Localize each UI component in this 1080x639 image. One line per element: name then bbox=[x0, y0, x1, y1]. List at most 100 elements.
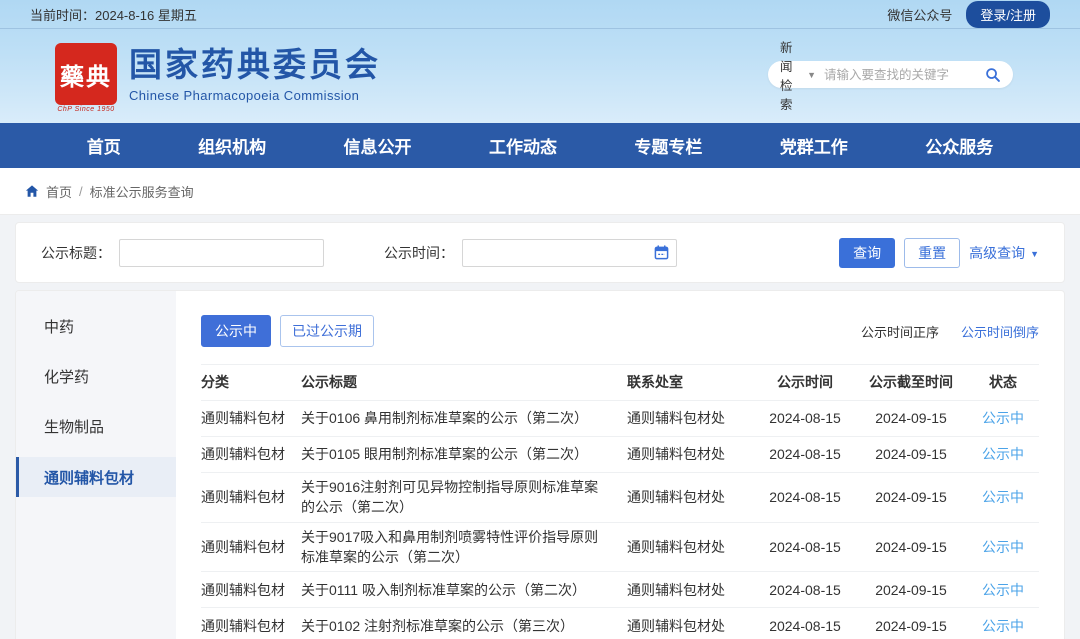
breadcrumb: 首页 / 标准公示服务查询 bbox=[0, 168, 1080, 215]
row-publish-date: 2024-08-15 bbox=[755, 408, 855, 428]
status-badge[interactable]: 公示中 bbox=[967, 487, 1039, 507]
row-title[interactable]: 关于0105 眼用制剂标准草案的公示（第二次） bbox=[301, 444, 627, 464]
row-publish-date: 2024-08-15 bbox=[755, 580, 855, 600]
status-badge[interactable]: 公示中 bbox=[967, 444, 1039, 464]
table-row[interactable]: 通则辅料包材 关于0102 注射剂标准草案的公示（第三次） 通则辅料包材处 20… bbox=[201, 608, 1039, 639]
header-publish-date: 公示时间 bbox=[755, 372, 855, 392]
search-input[interactable] bbox=[824, 68, 985, 82]
chevron-down-icon: ▼ bbox=[1030, 249, 1039, 259]
results-toolbar: 公示中 已过公示期 公示时间正序 公示时间倒序 bbox=[201, 315, 1039, 347]
nav-item-special-topics[interactable]: 专题专栏 bbox=[634, 133, 702, 158]
tab-publicity-expired[interactable]: 已过公示期 bbox=[280, 315, 374, 347]
breadcrumb-current: 标准公示服务查询 bbox=[90, 182, 194, 201]
search-category-select[interactable]: 新闻检索 bbox=[780, 37, 802, 113]
query-button[interactable]: 查询 bbox=[839, 238, 895, 268]
wechat-link[interactable]: 微信公众号 bbox=[887, 5, 952, 24]
row-deadline: 2024-09-15 bbox=[855, 408, 967, 428]
row-category: 通则辅料包材 bbox=[201, 444, 301, 464]
row-title[interactable]: 关于9017吸入和鼻用制剂喷雾特性评价指导原则标准草案的公示（第二次） bbox=[301, 527, 627, 568]
row-title[interactable]: 关于0106 鼻用制剂标准草案的公示（第二次） bbox=[301, 408, 627, 428]
sidebar-item-tcm[interactable]: 中药 bbox=[16, 301, 176, 351]
title-filter-input[interactable] bbox=[119, 239, 324, 267]
page: 当前时间：2024-8-16 星期五 微信公众号 登录/注册 藥典 ChP Si… bbox=[0, 0, 1080, 639]
row-category: 通则辅料包材 bbox=[201, 408, 301, 428]
site-title: 国家药典委员会 bbox=[129, 46, 381, 84]
status-badge[interactable]: 公示中 bbox=[967, 537, 1039, 557]
reset-button[interactable]: 重置 bbox=[904, 238, 960, 268]
sidebar-item-general-excipients-packaging[interactable]: 通则辅料包材 bbox=[16, 457, 176, 497]
row-office: 通则辅料包材处 bbox=[627, 444, 755, 464]
sidebar-item-biological-products[interactable]: 生物制品 bbox=[16, 401, 176, 451]
advanced-search-label: 高级查询 bbox=[969, 243, 1025, 263]
row-title[interactable]: 关于9016注射剂可见异物控制指导原则标准草案的公示（第二次） bbox=[301, 477, 627, 518]
home-icon[interactable] bbox=[25, 184, 39, 198]
advanced-search-button[interactable]: 高级查询 ▼ bbox=[969, 243, 1039, 263]
search-icon[interactable] bbox=[985, 67, 1001, 83]
row-deadline: 2024-09-15 bbox=[855, 616, 967, 636]
header-title: 公示标题 bbox=[301, 372, 627, 392]
time-filter-label: 公示时间： bbox=[384, 243, 454, 263]
row-title[interactable]: 关于0111 吸入制剂标准草案的公示（第二次） bbox=[301, 580, 627, 600]
row-publish-date: 2024-08-15 bbox=[755, 444, 855, 464]
row-deadline: 2024-09-15 bbox=[855, 487, 967, 507]
breadcrumb-separator: / bbox=[79, 184, 83, 199]
time-filter-input[interactable] bbox=[462, 239, 677, 267]
nav-item-organization[interactable]: 组织机构 bbox=[198, 133, 266, 158]
row-office: 通则辅料包材处 bbox=[627, 580, 755, 600]
row-deadline: 2024-09-15 bbox=[855, 580, 967, 600]
row-publish-date: 2024-08-15 bbox=[755, 537, 855, 557]
status-badge[interactable]: 公示中 bbox=[967, 580, 1039, 600]
row-category: 通则辅料包材 bbox=[201, 537, 301, 557]
row-category: 通则辅料包材 bbox=[201, 487, 301, 507]
calendar-icon[interactable] bbox=[654, 245, 669, 260]
row-office: 通则辅料包材处 bbox=[627, 616, 755, 636]
category-sidebar: 中药 化学药 生物制品 通则辅料包材 bbox=[16, 291, 176, 639]
row-category: 通则辅料包材 bbox=[201, 580, 301, 600]
sort-time-descending[interactable]: 公示时间倒序 bbox=[961, 322, 1039, 341]
nav-item-home[interactable]: 首页 bbox=[87, 133, 121, 158]
topbar: 当前时间：2024-8-16 星期五 微信公众号 登录/注册 bbox=[0, 0, 1080, 29]
nav-item-party-work[interactable]: 党群工作 bbox=[780, 133, 848, 158]
row-publish-date: 2024-08-15 bbox=[755, 616, 855, 636]
current-time: 当前时间：2024-8-16 星期五 bbox=[30, 5, 197, 24]
pharmacopoeia-seal-logo: 藥典 bbox=[55, 43, 117, 105]
row-title[interactable]: 关于0102 注射剂标准草案的公示（第三次） bbox=[301, 616, 627, 636]
seal-caption: ChP Since 1950 bbox=[55, 106, 117, 113]
table-row[interactable]: 通则辅料包材 关于0111 吸入制剂标准草案的公示（第二次） 通则辅料包材处 2… bbox=[201, 572, 1039, 608]
nav-item-work-news[interactable]: 工作动态 bbox=[489, 133, 557, 158]
row-deadline: 2024-09-15 bbox=[855, 444, 967, 464]
tab-in-publicity[interactable]: 公示中 bbox=[201, 315, 271, 347]
news-search-box[interactable]: 新闻检索 ▼ bbox=[768, 61, 1013, 88]
table-row[interactable]: 通则辅料包材 关于0106 鼻用制剂标准草案的公示（第二次） 通则辅料包材处 2… bbox=[201, 401, 1039, 437]
row-office: 通则辅料包材处 bbox=[627, 408, 755, 428]
content-panel: 中药 化学药 生物制品 通则辅料包材 公示中 已过公示期 公示时间正序 公示时间… bbox=[15, 290, 1065, 639]
nav-item-info-disclosure[interactable]: 信息公开 bbox=[344, 133, 412, 158]
header-deadline: 公示截至时间 bbox=[855, 372, 967, 392]
table-row[interactable]: 通则辅料包材 关于9017吸入和鼻用制剂喷雾特性评价指导原则标准草案的公示（第二… bbox=[201, 523, 1039, 573]
sort-time-ascending[interactable]: 公示时间正序 bbox=[861, 322, 939, 341]
breadcrumb-home[interactable]: 首页 bbox=[46, 182, 72, 201]
row-deadline: 2024-09-15 bbox=[855, 537, 967, 557]
sidebar-item-chemical-drugs[interactable]: 化学药 bbox=[16, 351, 176, 401]
table-row[interactable]: 通则辅料包材 关于0105 眼用制剂标准草案的公示（第二次） 通则辅料包材处 2… bbox=[201, 437, 1039, 473]
brand: 藥典 ChP Since 1950 国家药典委员会 Chinese Pharma… bbox=[55, 43, 381, 113]
nav-item-public-services[interactable]: 公众服务 bbox=[925, 133, 993, 158]
row-publish-date: 2024-08-15 bbox=[755, 487, 855, 507]
login-register-button[interactable]: 登录/注册 bbox=[966, 1, 1050, 28]
header-banner: 当前时间：2024-8-16 星期五 微信公众号 登录/注册 藥典 ChP Si… bbox=[0, 0, 1080, 123]
row-office: 通则辅料包材处 bbox=[627, 537, 755, 557]
publicity-table: 分类 公示标题 联系处室 公示时间 公示截至时间 状态 通则辅料包材 关于010… bbox=[201, 364, 1039, 639]
title-filter-label: 公示标题： bbox=[41, 243, 111, 263]
header-category: 分类 bbox=[201, 372, 301, 392]
table-row[interactable]: 通则辅料包材 关于9016注射剂可见异物控制指导原则标准草案的公示（第二次） 通… bbox=[201, 473, 1039, 523]
status-badge[interactable]: 公示中 bbox=[967, 616, 1039, 636]
header-office: 联系处室 bbox=[627, 372, 755, 392]
main-nav: 首页 组织机构 信息公开 工作动态 专题专栏 党群工作 公众服务 bbox=[0, 123, 1080, 168]
site-subtitle: Chinese Pharmacopoeia Commission bbox=[129, 88, 381, 103]
row-office: 通则辅料包材处 bbox=[627, 487, 755, 507]
status-badge[interactable]: 公示中 bbox=[967, 408, 1039, 428]
row-category: 通则辅料包材 bbox=[201, 616, 301, 636]
header-status: 状态 bbox=[967, 372, 1039, 392]
results-area: 公示中 已过公示期 公示时间正序 公示时间倒序 分类 公示标题 联系处室 公示时… bbox=[176, 291, 1064, 639]
chevron-down-icon[interactable]: ▼ bbox=[807, 70, 816, 80]
